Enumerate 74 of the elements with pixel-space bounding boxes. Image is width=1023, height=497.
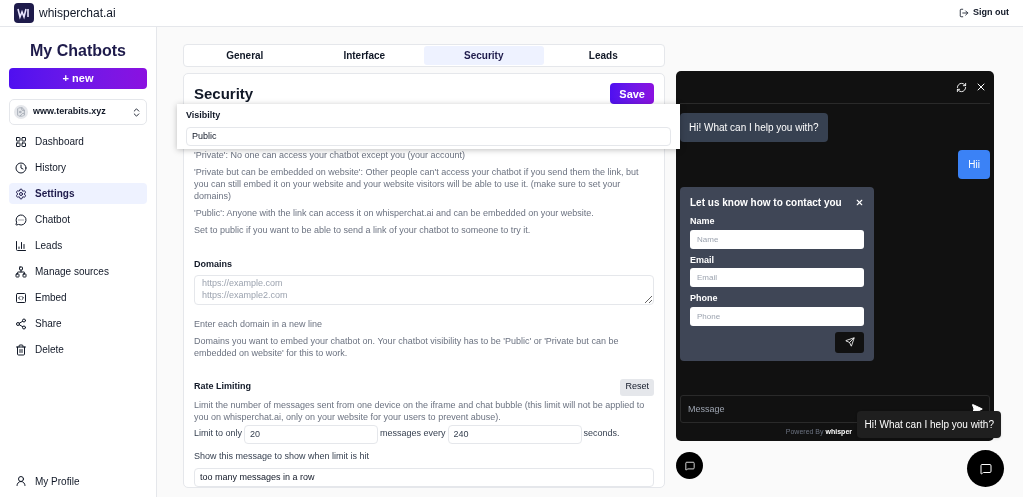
paper-plane-icon [844,337,855,347]
sidebar-item[interactable]: Settings [9,183,147,204]
field-label: Name [690,215,716,228]
sidebar-title: My Chatbots [29,41,127,61]
message-limit-field[interactable]: 20 [244,424,379,444]
limit-label: seconds. [583,427,620,441]
chat-bubble-button[interactable] [967,450,1004,487]
sign-out-icon [959,8,969,18]
tab[interactable]: Leads [543,46,663,65]
chatbot-selector[interactable]: www.terabits.xyz [9,99,147,125]
help-text: 'Private': No one can access your chatbot except you (your account) [194,149,467,161]
tab[interactable]: Security [424,46,544,65]
tab[interactable]: Interface [304,46,424,65]
field-label: Email [690,253,715,267]
seconds-field[interactable]: 240 [447,424,582,444]
sidebar-item[interactable]: Embed [9,287,147,308]
section-title: Security [194,83,254,104]
sidebar-item[interactable]: Chatbot [9,209,147,230]
close-icon[interactable] [975,81,987,93]
app-name: whisperchat.ai [39,5,116,22]
refresh-icon[interactable] [956,81,967,93]
contact-field[interactable]: Phone [690,306,864,326]
contact-field[interactable]: Email [690,268,864,287]
sidebar-item[interactable]: Delete [9,339,147,360]
profile-link[interactable]: My Profile [9,471,147,491]
share-icon [15,317,27,330]
new-chatbot-button[interactable]: + new [9,68,147,89]
contact-field[interactable]: Name [690,229,864,249]
user-message: Hii [958,150,990,179]
user-icon [15,475,27,487]
help-text: Limit the number of messages sent from one device on the iframe and chat bubble (this limit will not be applied to you on whisperchat.ai, only on your website for your users to prevent abuse). [194,398,646,423]
tab[interactable]: General [185,46,305,65]
logo-icon [14,3,34,23]
field-label: Phone [690,292,719,305]
grid-icon [15,135,27,148]
limit-label: Limit to only [194,427,243,441]
field-label: Domains [194,258,233,271]
submit-button[interactable] [835,331,864,353]
domains-field[interactable]: https://example.com https://example2.com [194,274,654,305]
help-text: Enter each domain in a new line [194,317,324,330]
sign-out-button[interactable]: Sign out [959,6,1009,20]
field-label: Visibilty [186,108,222,122]
trash-icon [15,343,27,356]
greeting-tooltip: Hi! What can I help you with? [857,411,1001,438]
form-title: Let us know how to contact you [690,196,842,210]
help-text: Domains you want to embed your chatbot on. Your chatbot visibility has to be 'Public' or 'Private but can be embedded on website' for this to work. [194,334,620,359]
sidebar-item[interactable]: Manage sources [9,261,147,282]
sidebar-item[interactable]: Leads [9,235,147,256]
chat-bubble-button[interactable] [676,452,703,479]
close-icon[interactable] [855,198,864,207]
chat-bubble-icon [15,213,27,226]
help-text: 'Private but can be embedded on website': Other people can't access your chatbot if you send them the link, but you can still embed it on your website and your website visitors will be able to use it. (make sure to set your domains) [194,166,640,202]
save-button[interactable]: Save [610,83,654,105]
limit-label: messages every [380,427,446,441]
sidebar-item[interactable]: Share [9,313,147,334]
sidebar-item[interactable]: History [9,157,147,178]
reset-button[interactable]: Reset [620,378,654,396]
field-label: Rate Limiting [194,380,251,394]
bot-avatar-icon [14,105,28,119]
help-text: 'Public': Anyone with the link can access it on whisperchat.ai and can be embedded on your website. [194,207,595,219]
chevrons-icon [131,106,142,118]
sidebar-item[interactable]: Dashboard [9,131,147,152]
settings-icon [15,187,27,200]
visibility-field[interactable]: Public [186,126,671,146]
code-icon [15,291,27,304]
bar-chart-icon [15,239,27,252]
chat-icon [979,462,992,475]
bot-message: Hi! What can I help you with? [680,113,828,142]
network-icon [15,265,27,278]
help-text: Set to public if you want to be able to send a link of your chatbot to someone to try it. [194,224,532,236]
clock-icon [15,161,27,174]
chat-icon [684,460,695,471]
field-label: Show this message to show when limit is hit [194,449,371,463]
limit-message-field[interactable]: too many messages in a row [194,467,654,487]
